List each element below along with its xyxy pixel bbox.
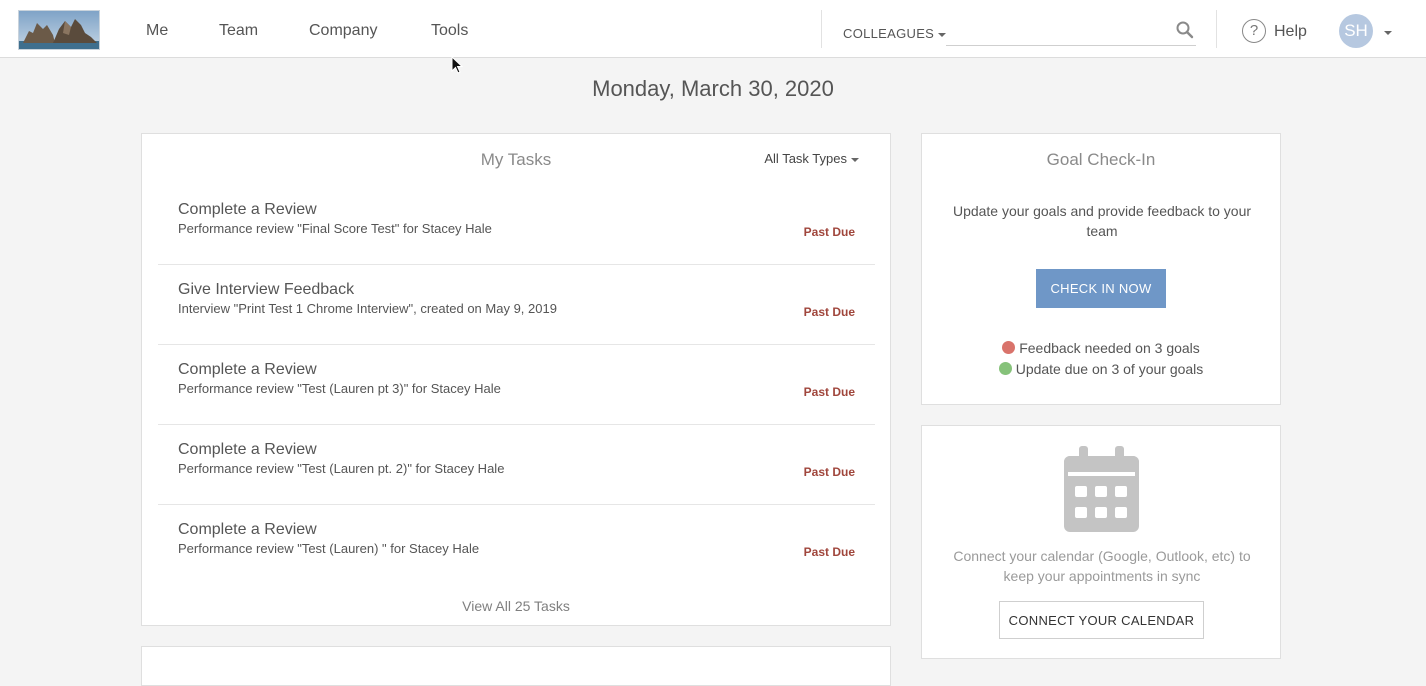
task-subtitle: Performance review "Test (Lauren pt. 2)"… [178,461,505,476]
user-avatar[interactable]: SH [1339,14,1373,48]
task-subtitle: Interview "Print Test 1 Chrome Interview… [178,301,557,316]
status-badge: Past Due [803,305,855,319]
status-badge: Past Due [803,385,855,399]
task-title: Complete a Review [178,361,317,378]
logo-rocks-image [19,11,99,49]
view-all-tasks-link[interactable]: View All 25 Tasks [142,598,890,614]
nav-team[interactable]: Team [219,22,258,40]
goal-checkin-title: Goal Check-In [1046,150,1156,169]
task-row[interactable]: Complete a Review Performance review "Te… [158,425,875,505]
my-tasks-card: My Tasks All Task Types Complete a Revie… [141,133,891,626]
nav-company[interactable]: Company [309,22,377,40]
task-row[interactable]: Complete a Review Performance review "Te… [158,345,875,425]
help-link[interactable]: Help [1274,23,1307,41]
connect-calendar-card: Connect your calendar (Google, Outlook, … [921,425,1281,659]
task-subtitle: Performance review "Final Score Test" fo… [178,221,492,236]
search-input[interactable] [946,18,1196,46]
page-date-title: Monday, March 30, 2020 [592,76,834,101]
nav-tools[interactable]: Tools [431,22,468,40]
help-icon[interactable]: ? [1242,19,1266,43]
task-title: Complete a Review [178,441,317,458]
red-status-dot-icon [1002,341,1016,354]
check-in-now-button[interactable]: CHECK IN NOW [1036,269,1166,308]
caret-down-icon [938,32,947,37]
nav-divider [1216,10,1217,48]
feedback-needed-text: Feedback needed on 3 goals [1019,340,1200,356]
connect-calendar-button[interactable]: CONNECT YOUR CALENDAR [999,601,1204,639]
top-navigation-bar: Me Team Company Tools COLLEAGUES ? Help … [0,0,1426,58]
caret-down-icon [851,157,859,162]
feedback-needed-line: Feedback needed on 3 goals [922,340,1280,356]
update-due-line: Update due on 3 of your goals [922,361,1280,377]
status-badge: Past Due [803,465,855,479]
bottom-card [141,646,891,686]
task-subtitle: Performance review "Test (Lauren) " for … [178,541,480,556]
mouse-cursor-icon [451,56,464,74]
task-title: Complete a Review [178,201,317,218]
calendar-description: Connect your calendar (Google, Outlook, … [953,548,1251,584]
caret-down-icon[interactable] [1384,31,1392,35]
search-icon[interactable] [1175,20,1195,40]
nav-me[interactable]: Me [146,22,168,40]
task-subtitle: Performance review "Test (Lauren pt 3)" … [178,381,501,396]
colleagues-dropdown[interactable]: COLLEAGUES [843,26,947,41]
green-status-dot-icon [998,362,1012,375]
calendar-icon [1064,446,1139,532]
goal-checkin-description: Update your goals and provide feedback t… [952,203,1252,239]
status-badge: Past Due [803,225,855,239]
company-logo[interactable] [18,10,100,50]
task-row[interactable]: Give Interview Feedback Interview "Print… [158,265,875,345]
task-row[interactable]: Complete a Review Performance review "Te… [158,505,875,585]
goal-checkin-card: Goal Check-In Update your goals and prov… [921,133,1281,405]
task-type-filter[interactable]: All Task Types [764,151,859,166]
task-title: Complete a Review [178,521,317,538]
update-due-text: Update due on 3 of your goals [1015,361,1204,377]
status-badge: Past Due [803,545,855,559]
task-title: Give Interview Feedback [178,281,355,298]
colleagues-label: COLLEAGUES [843,26,935,41]
nav-divider [821,10,822,48]
task-type-filter-label: All Task Types [764,151,847,166]
task-row[interactable]: Complete a Review Performance review "Fi… [158,185,875,265]
